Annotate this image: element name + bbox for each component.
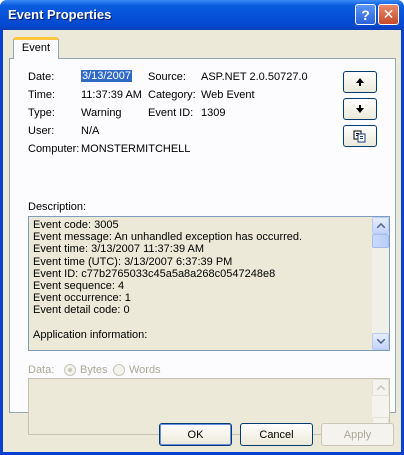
description-text: Event code: 3005 Event message: An unhan… (33, 219, 371, 341)
words-radio[interactable] (113, 364, 125, 376)
computer-label: Computer: (28, 143, 80, 155)
chevron-down-icon (376, 339, 385, 344)
data-label: Data: (28, 364, 55, 376)
description-line: Event occurrence: 1 (33, 292, 131, 305)
description-line: Event code: 3005 (33, 219, 119, 231)
description-line: Application information: (33, 328, 148, 341)
source-value[interactable]: ASP.NET 2.0.50727.0 (201, 71, 308, 83)
ok-button[interactable]: OK (159, 423, 232, 446)
cancel-button[interactable]: Cancel (240, 423, 313, 446)
title-bar[interactable]: Event Properties ? ✕ (0, 0, 404, 30)
words-radio-label: Words (129, 364, 161, 376)
event-properties-window: Event Properties ? ✕ Event Date: 3/13/20… (0, 0, 404, 455)
apply-button[interactable]: Apply (321, 423, 394, 446)
description-label: Description: (28, 201, 87, 213)
next-event-button[interactable] (343, 98, 377, 120)
copy-to-clipboard-button[interactable] (343, 125, 377, 147)
computer-value[interactable]: MONSTERMITCHELL (81, 143, 190, 155)
user-value[interactable]: N/A (81, 125, 99, 137)
dialog-client-area: Event Date: 3/13/2007 Time: 11:37:39 AM … (3, 30, 401, 452)
description-line: Event sequence: 4 (33, 279, 125, 292)
cancel-button-label: Cancel (259, 428, 294, 441)
type-label: Type: (28, 107, 55, 119)
chevron-up-icon (376, 385, 385, 390)
description-line: Event time (UTC): 3/13/2007 6:37:39 PM (33, 255, 233, 268)
scroll-down-button[interactable] (372, 333, 389, 350)
description-scrollbar[interactable] (372, 217, 389, 350)
description-line: Event time: 3/13/2007 11:37:39 AM (33, 243, 205, 256)
description-line: Event detail code: 0 (33, 304, 130, 317)
tab-event-label: Event (21, 42, 51, 54)
type-value[interactable]: Warning (81, 107, 122, 119)
arrow-down-icon (356, 105, 364, 113)
source-label: Source: (148, 71, 186, 83)
tab-event[interactable]: Event (13, 37, 59, 59)
event-id-value[interactable]: 1309 (201, 107, 225, 119)
previous-event-button[interactable] (343, 71, 377, 93)
window-title: Event Properties (8, 7, 112, 22)
time-value[interactable]: 11:37:39 AM (81, 89, 142, 101)
copy-icon (353, 130, 366, 142)
scroll-thumb[interactable] (372, 234, 389, 248)
description-line: Event message: An unhandled exception ha… (33, 231, 303, 244)
description-line: Event ID: c77b2765033c45a5a8a268c0547248… (33, 267, 276, 280)
date-value[interactable]: 3/13/2007 (81, 70, 132, 82)
category-label: Category: (148, 89, 196, 101)
chevron-up-icon (376, 223, 385, 228)
help-icon: ? (361, 6, 370, 23)
time-label: Time: (28, 89, 56, 101)
data-scroll-up-button[interactable] (372, 379, 389, 396)
date-label: Date: (28, 71, 55, 83)
bytes-radio-label: Bytes (80, 364, 108, 376)
close-button[interactable]: ✕ (378, 4, 399, 25)
category-value[interactable]: Web Event (201, 89, 255, 101)
scroll-up-button[interactable] (372, 217, 389, 234)
event-id-label: Event ID: (148, 107, 194, 119)
apply-button-label: Apply (343, 428, 372, 441)
description-textbox[interactable]: Event code: 3005 Event message: An unhan… (28, 216, 390, 351)
description-line (33, 317, 371, 329)
event-tab-panel: Date: 3/13/2007 Time: 11:37:39 AM Type: … (9, 58, 396, 435)
bytes-radio[interactable] (64, 364, 76, 376)
close-icon: ✕ (382, 6, 395, 22)
arrow-up-icon (356, 78, 364, 86)
ok-button-label: OK (187, 428, 204, 441)
help-button[interactable]: ? (355, 4, 376, 25)
user-label: User: (28, 125, 55, 137)
